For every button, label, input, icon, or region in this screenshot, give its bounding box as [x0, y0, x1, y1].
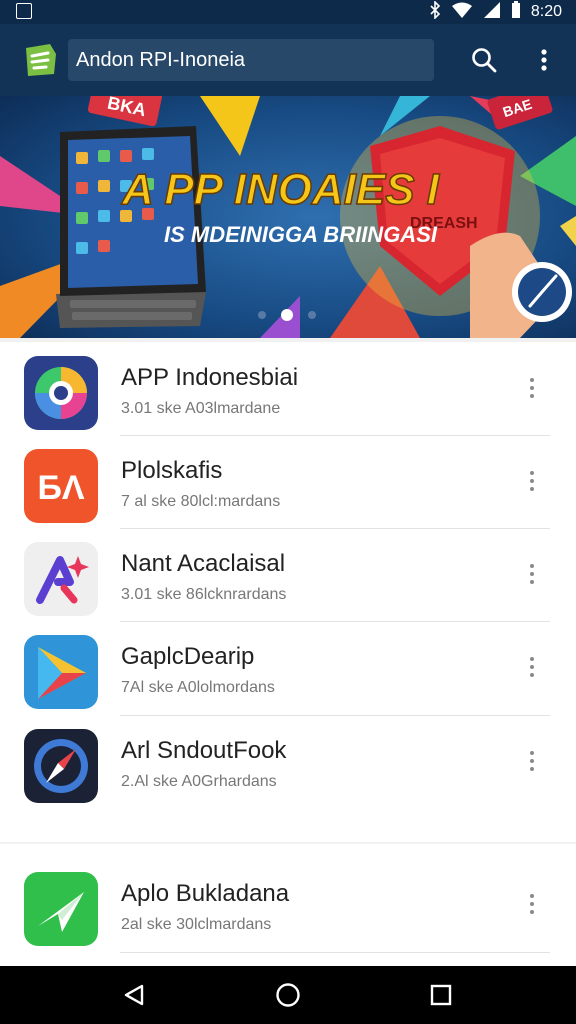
banner-subline: IS MDEINIGGA BRIINGASI — [164, 222, 438, 247]
list-item[interactable]: Nant Acaclaisal 3.01 ske 86lcknrardans — [0, 528, 576, 620]
back-icon[interactable] — [118, 979, 150, 1011]
list-item[interactable]: GaplcDearip 7Al ske A0lolmordans — [0, 621, 576, 713]
app-subtitle: 7Al ske A0lolmordans — [121, 679, 275, 696]
clock: 8:20 — [530, 3, 562, 20]
app-subtitle: 2.Al ske A0Grhardans — [121, 773, 277, 790]
pager-dot[interactable] — [308, 311, 316, 319]
app-title: Arl SndoutFook — [121, 737, 287, 764]
app-subtitle: 7 al ske 80lcl:mardans — [121, 493, 281, 510]
paper-plane-icon — [24, 872, 98, 946]
promo-banner[interactable]: BKA BAE DREASH A PP INOAIES I IS MDEINIG… — [0, 96, 576, 338]
status-bar: 8:20 — [0, 0, 576, 24]
ba-logo-icon: БΛ — [24, 449, 98, 523]
overflow-menu-icon[interactable] — [520, 370, 544, 406]
color-wheel-icon — [24, 356, 98, 430]
app-bar: Andon RPI-Inoneia — [0, 24, 576, 96]
navigation-bar — [0, 966, 576, 1024]
svg-text:БΛ: БΛ — [37, 469, 84, 507]
search-field[interactable]: Andon RPI-Inoneia — [68, 39, 434, 81]
signal-icon — [483, 1, 501, 23]
overflow-menu-icon[interactable] — [520, 649, 544, 685]
gallery-notification-icon — [16, 3, 32, 19]
list-item[interactable]: БΛ Plolskafis 7 al ske 80lcl:mardans — [0, 435, 576, 527]
list-item[interactable]: APP Indonesbiai 3.01 ske A03lmardane — [0, 342, 576, 434]
overflow-menu-icon[interactable] — [520, 556, 544, 592]
more-options-icon[interactable] — [526, 42, 562, 78]
clock-badge-icon — [512, 262, 572, 322]
app-subtitle: 3.01 ske 86lcknrardans — [121, 586, 287, 603]
list-item[interactable]: Aplo Bukladana 2al ske 30lclmardans — [0, 858, 576, 950]
divider — [120, 952, 550, 953]
overflow-menu-icon[interactable] — [520, 886, 544, 922]
home-icon[interactable] — [272, 979, 304, 1011]
recents-icon[interactable] — [425, 979, 457, 1011]
bluetooth-icon — [429, 0, 441, 24]
search-icon[interactable] — [466, 42, 502, 78]
app-list-secondary: Aplo Bukladana 2al ske 30lclmardans — [0, 844, 576, 966]
overflow-menu-icon[interactable] — [520, 463, 544, 499]
banner-headline: A PP INOAIES I — [121, 165, 440, 214]
wifi-icon — [451, 2, 473, 23]
battery-icon — [511, 0, 521, 24]
app-subtitle: 3.01 ske A03lmardane — [121, 400, 281, 417]
a-sparkle-icon — [24, 542, 98, 616]
app-title: Aplo Bukladana — [121, 880, 290, 907]
app-subtitle: 2al ske 30lclmardans — [121, 916, 272, 933]
app-title: Nant Acaclaisal — [121, 550, 286, 577]
pager-dot-active[interactable] — [281, 309, 293, 321]
app-title: GaplcDearip — [121, 643, 255, 670]
play-triangle-icon — [24, 635, 98, 709]
app-logo-icon[interactable] — [20, 40, 60, 80]
app-title: Plolskafis — [121, 457, 223, 484]
overflow-menu-icon[interactable] — [520, 743, 544, 779]
list-item[interactable]: Arl SndoutFook 2.Al ske A0Grhardans — [0, 715, 576, 807]
pager-dot[interactable] — [258, 311, 266, 319]
app-title: APP Indonesbiai — [121, 364, 299, 391]
app-list: APP Indonesbiai 3.01 ske A03lmardane БΛ … — [0, 342, 576, 842]
compass-icon — [24, 729, 98, 803]
